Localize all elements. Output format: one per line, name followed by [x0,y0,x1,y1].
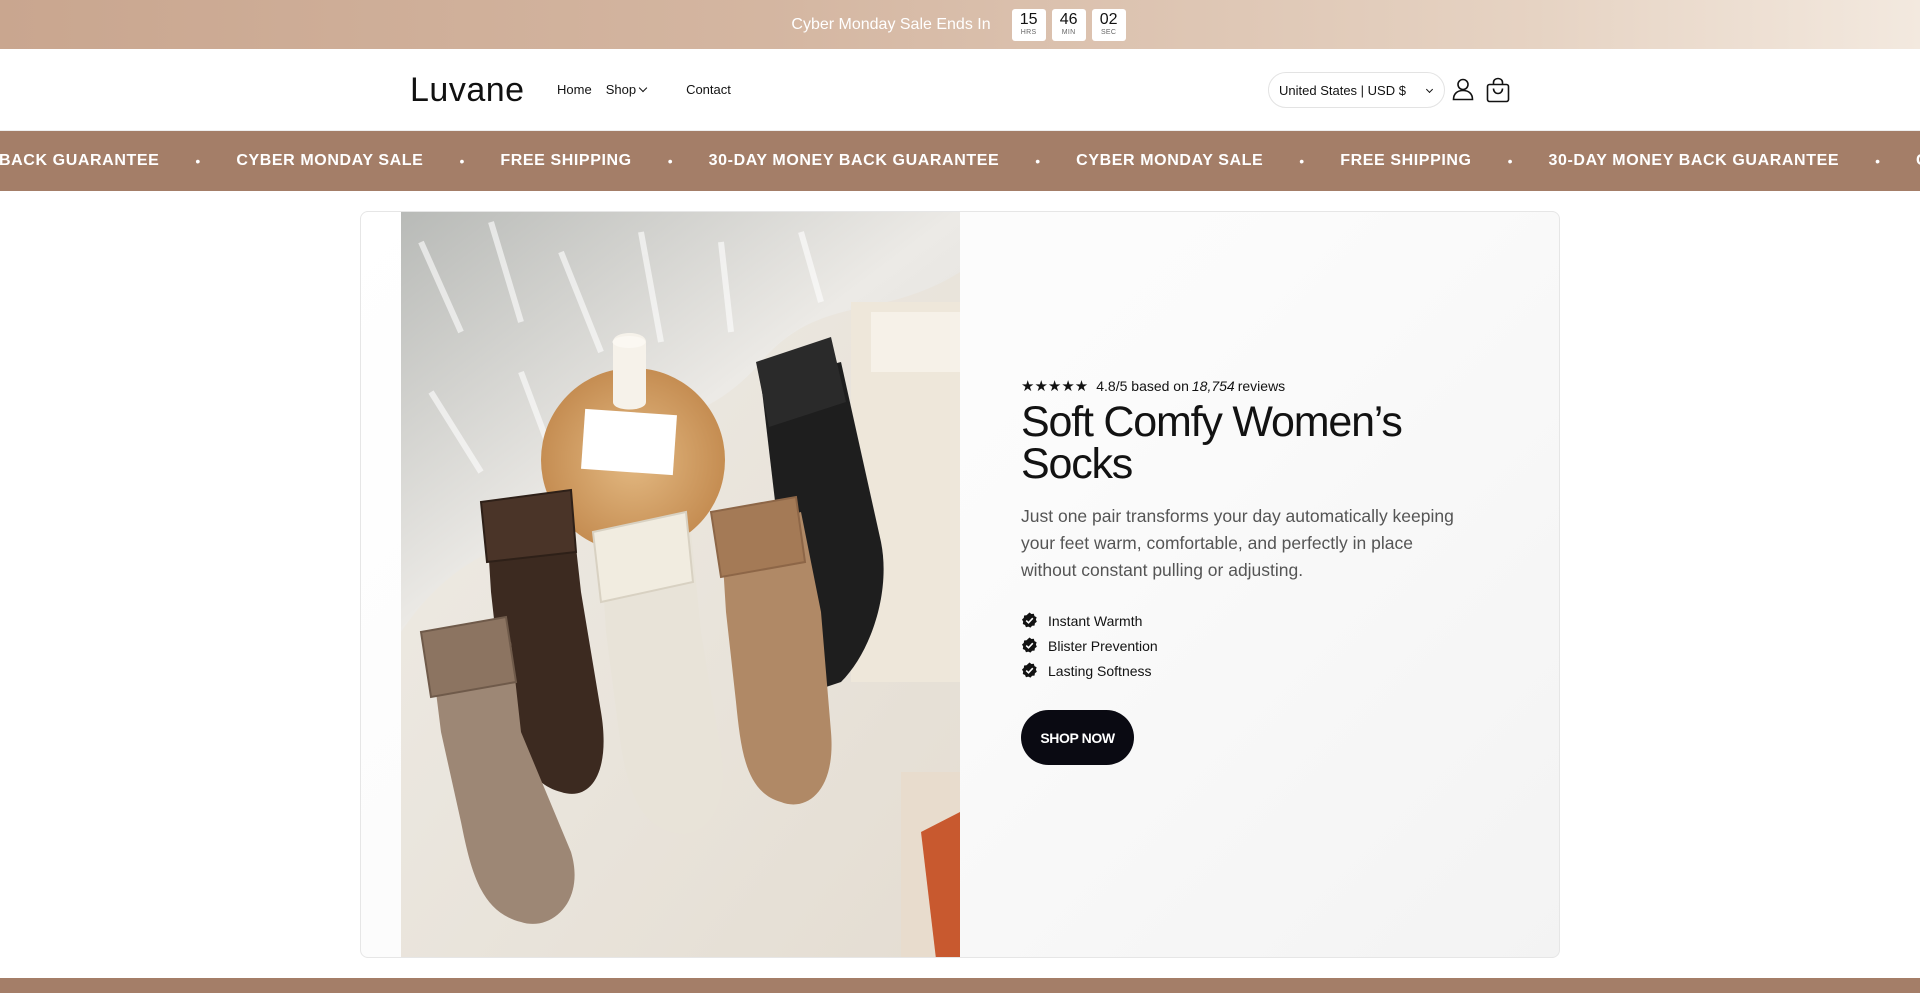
country-selector-label: United States | USD $ [1279,82,1406,98]
marquee-item: BACK GUARANTEE [0,152,160,169]
rating-count: 18,754 [1191,378,1235,394]
marquee-separator: • [1875,153,1881,169]
nav-home[interactable]: Home [557,82,592,97]
feature-label: Blister Prevention [1048,637,1158,654]
feature-item: Blister Prevention [1021,633,1481,658]
site-logo[interactable]: Luvane [410,71,525,110]
main-nav: Home Shop Contact [557,82,745,97]
check-badge-icon [1022,637,1037,653]
country-selector[interactable]: United States | USD $ [1268,72,1445,108]
nav-contact[interactable]: Contact [686,82,731,97]
marquee-item: CYBER MONDAY SALE [1916,152,1920,170]
account-icon[interactable] [1450,76,1476,102]
rating-row: ★★★★★ 4.8/5 based on 18,754 reviews [1021,377,1481,395]
timer-minutes: 46 MIN [1051,8,1086,41]
announcement-text: Cyber Monday Sale Ends In [791,15,991,33]
hero-socks-image [401,212,960,957]
timer-seconds: 02 SEC [1091,8,1126,41]
announcement-bar: Cyber Monday Sale Ends In 15 HRS 46 MIN … [0,0,1920,49]
shop-now-button[interactable]: SHOP NOW [1021,710,1134,765]
promo-marquee: BACK GUARANTEE • CYBER MONDAY SALE • FREE SH… [0,131,1920,191]
marquee-item: FREE SHIPPING [1340,152,1472,169]
chevron-down-icon [1425,85,1434,94]
hero-section: ★★★★★ 4.8/5 based on 18,754 reviews Soft… [360,211,1560,958]
check-badge-icon [1022,662,1037,678]
feature-label: Instant Warmth [1048,612,1143,629]
star-rating-icon: ★★★★★ [1021,378,1089,395]
chevron-down-icon [638,83,648,93]
hero-subtitle: Just one pair transforms your day automa… [1021,506,1454,580]
cart-icon[interactable] [1484,76,1510,103]
timer-hours: 15 HRS [1011,8,1046,41]
marquee-separator: • [1035,153,1041,169]
rating-prefix: 4.8/5 based on [1096,378,1189,394]
timer-hours-value: 15 [1019,11,1038,28]
marquee-separator: • [667,153,673,169]
marquee-track: BACK GUARANTEE • CYBER MONDAY SALE • FREE SH… [0,131,1920,191]
marquee-item: CYBER MONDAY SALE [1076,152,1264,169]
rating-suffix: reviews [1237,378,1286,394]
hero-title: Soft Comfy Women’s Socks [1021,398,1403,488]
marquee-separator: • [195,153,201,169]
marquee-separator: • [1299,153,1305,169]
feature-item: Instant Warmth [1021,608,1481,633]
check-badge-icon [1022,612,1037,628]
timer-seconds-value: 02 [1099,11,1118,28]
nav-shop-label: Shop [605,82,637,97]
feature-label: Lasting Softness [1048,662,1152,679]
marquee-separator: • [459,153,465,169]
timer-seconds-unit: SEC [1100,29,1117,36]
timer-hours-unit: HRS [1020,29,1037,36]
marquee-separator: • [1507,153,1513,169]
footer-band [0,978,1920,993]
timer-minutes-unit: MIN [1061,29,1076,36]
marquee-item: FREE SHIPPING [500,152,632,169]
site-header: Luvane Home Shop Contact United States |… [0,49,1920,131]
hero-content: ★★★★★ 4.8/5 based on 18,754 reviews Soft… [1021,377,1481,765]
marquee-item: 30-DAY MONEY BACK GUARANTEE [1548,152,1840,169]
feature-item: Lasting Softness [1021,658,1481,683]
nav-shop[interactable]: Shop [605,82,648,97]
feature-list: Instant Warmth Blister Prevention Lastin… [1021,608,1481,683]
marquee-item: CYBER MONDAY SALE [236,152,424,169]
timer-minutes-value: 46 [1059,11,1078,28]
marquee-item: 30-DAY MONEY BACK GUARANTEE [708,152,1000,169]
